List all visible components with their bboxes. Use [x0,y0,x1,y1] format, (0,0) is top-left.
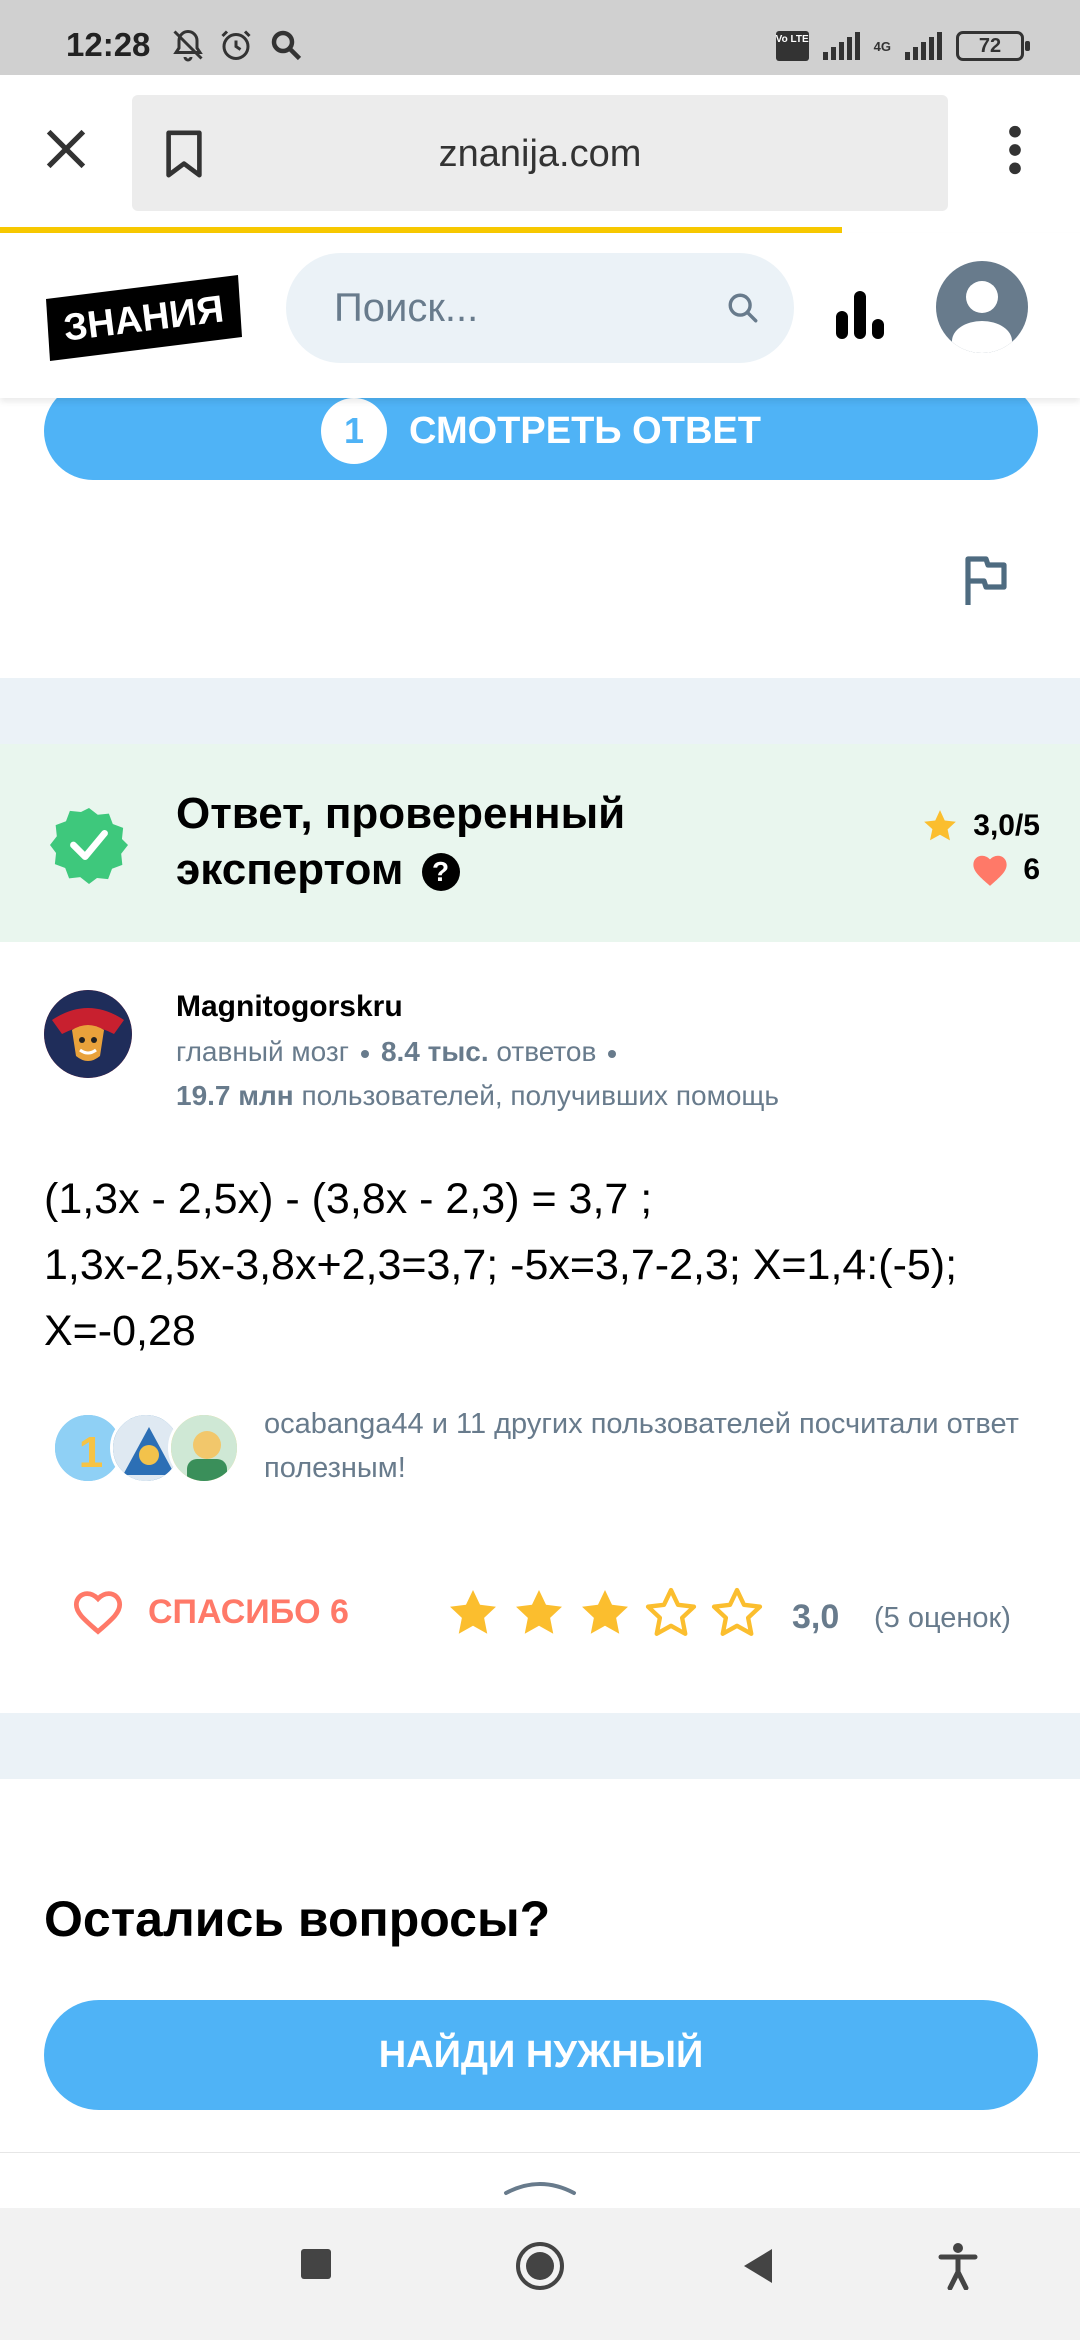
browser-toolbar: znanija.com [0,75,1080,235]
close-icon[interactable] [40,123,92,175]
user-avatar-icon [952,281,1012,353]
separator-dot [608,1049,617,1058]
thanks-label: СПАСИБО 6 [148,1592,349,1631]
accessibility-icon[interactable] [938,2242,978,2290]
system-nav-bar [0,2208,1080,2340]
expert-title-text: Ответ, проверенный экспертом [176,789,626,894]
search-icon[interactable] [726,291,760,325]
helper-avatar-image [171,1415,237,1481]
questions-title: Остались вопросы? [44,1891,551,1947]
author-name[interactable]: Magnitogorskru [176,990,403,1024]
helpful-users-avatars: 1 [52,1412,242,1486]
network-type: 4G [873,38,891,54]
helpful-users-text: ocabanga44 и 11 других пользователей пос… [264,1408,1019,1484]
expert-answer-header: Ответ, проверенный экспертом ? 3,0/5 6 [0,744,1080,942]
back-icon[interactable] [740,2246,776,2286]
help-icon[interactable]: ? [421,853,460,892]
heart-outline-icon [73,1591,123,1635]
bottom-sheet-handle[interactable] [0,2152,1080,2208]
chevron-up-icon[interactable] [502,2173,578,2197]
helper-avatar [168,1412,240,1484]
likes-value: 6 [1023,853,1040,886]
battery-icon: 72 [956,31,1030,61]
likes-row: 6 [921,848,1040,892]
rate-stars[interactable] [444,1584,766,1642]
star-icon [924,810,957,841]
site-header: ЗНАНИЯ [0,233,1080,398]
rating-count: (5 оценок) [874,1602,1011,1634]
author-helped-line: 19.7 млн пользователей, получивших помощ… [176,1080,779,1112]
volte-badge: Vo LTE [775,31,809,61]
section-divider [0,678,1080,744]
answer-count-badge: 1 [321,398,388,464]
author-answers-count: 8.4 тыс. [380,1036,489,1067]
star-filled-icon[interactable] [510,1584,568,1642]
alarm-icon [221,30,251,60]
report-flag-icon[interactable] [962,555,1008,607]
find-question-button[interactable]: НАЙДИ НУЖНЫЙ [44,2000,1038,2110]
author-avatar-image [44,990,132,1078]
status-right: Vo LTE 4G 72 [775,30,1030,62]
svg-text:1: 1 [79,1428,103,1477]
star-empty-icon[interactable] [642,1584,700,1642]
signal-icon-2 [905,32,942,60]
separator-dot [360,1049,369,1058]
url-text[interactable]: znanija.com [132,133,948,176]
author-answers-label: ответов [496,1036,597,1067]
rating-value: 3,0/5 [973,809,1040,842]
star-filled-icon[interactable] [444,1584,502,1642]
author-rank: главный мозг [176,1036,349,1067]
status-bar: 12:28 Vo LTE 4G 72 [0,0,1080,75]
author-avatar[interactable] [44,990,132,1078]
signal-icon [822,32,860,60]
leaderboard-icon[interactable] [832,287,888,343]
section-divider [0,1713,1080,1779]
star-filled-icon[interactable] [576,1584,634,1642]
rating-average: 3,0 [792,1598,840,1636]
more-vert-icon[interactable] [1000,125,1030,175]
recent-apps-icon[interactable] [298,2246,334,2282]
answer-rating-summary: 3,0/5 6 [921,804,1040,892]
answer-line: (1,3x - 2,5x) - (3,8x - 2,3) = 3,7 ; [44,1175,653,1223]
home-icon[interactable] [514,2240,566,2292]
expert-answer-title: Ответ, проверенный экспертом ? [176,786,696,898]
search-input[interactable] [334,281,714,335]
show-answer-label: СМОТРЕТЬ ОТВЕТ [409,409,761,452]
author-rank-line: главный мозг 8.4 тыс. ответов [176,1036,628,1068]
answer-body: (1,3x - 2,5x) - (3,8x - 2,3) = 3,7 ; 1,3… [44,1166,1044,1364]
notifications-muted-icon [173,29,203,62]
star-empty-icon[interactable] [708,1584,766,1642]
rating-row: 3,0/5 [921,804,1040,848]
author-helped-label: пользователей, получивших помощь [301,1080,780,1111]
verified-badge-icon [50,807,128,884]
user-avatar[interactable] [936,261,1028,353]
answer-line: X=-0,28 [44,1307,196,1355]
answer-line: 1,3x-2,5x-3,8x+2,3=3,7; -5x=3,7-2,3; X=1… [44,1241,958,1289]
search-status-icon [271,30,302,61]
url-bar[interactable]: znanija.com [132,95,948,211]
search-box[interactable] [286,253,794,363]
znanija-logo[interactable]: ЗНАНИЯ [46,275,242,361]
status-time: 12:28 [66,26,151,63]
heart-icon [973,855,1007,886]
thanks-button[interactable]: СПАСИБО 6 [72,1588,349,1636]
author-helped-count: 19.7 млн [176,1080,294,1111]
